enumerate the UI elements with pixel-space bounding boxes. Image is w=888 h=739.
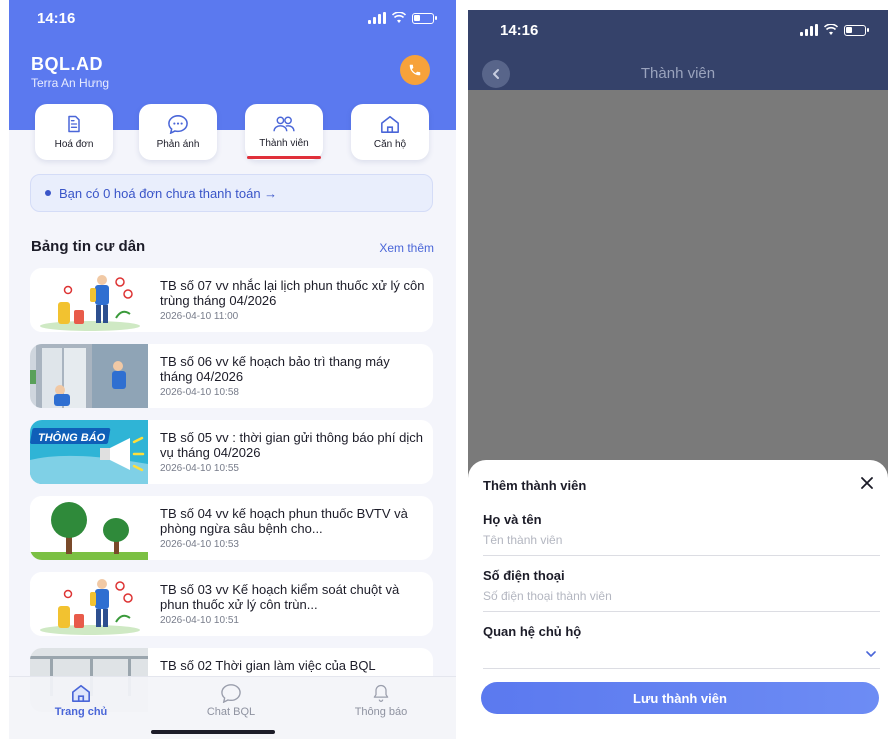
chat-bubble-icon	[221, 684, 241, 703]
phone-field-group: Số điện thoại	[483, 568, 880, 612]
news-title: TB số 07 vv nhắc lại lịch phun thuốc xử …	[160, 278, 425, 308]
menu-apartment[interactable]: Căn hộ	[351, 104, 429, 160]
menu-invoice[interactable]: Hoá đơn	[35, 104, 113, 160]
call-button[interactable]	[400, 55, 430, 85]
notice-text: Bạn có 0 hoá đơn chưa thanh toán →	[59, 185, 278, 201]
tab-chat-label: Chat BQL	[206, 706, 256, 718]
news-item[interactable]: TB số 03 vv Kế hoạch kiểm soát chuột và …	[30, 572, 433, 636]
news-thumbnail	[30, 268, 148, 332]
status-time: 14:16	[500, 22, 539, 39]
news-title: TB số 06 vv kế hoạch bảo trì thang máy t…	[160, 354, 390, 384]
unpaid-invoice-notice[interactable]: Bạn có 0 hoá đơn chưa thanh toán →	[30, 174, 433, 212]
status-time: 14:16	[37, 10, 76, 27]
news-thumbnail	[30, 572, 148, 636]
close-button[interactable]	[858, 474, 876, 492]
menu-invoice-label: Hoá đơn	[54, 139, 94, 150]
signal-icon	[800, 24, 818, 36]
menu-apartment-label: Căn hộ	[373, 139, 407, 150]
members-screen: 14:16 Thành viên Thêm thành viên Họ và t…	[468, 10, 888, 739]
home-screen: 14:16 BQL.AD Terra An Hưng Hoá đơn Phản …	[9, 0, 456, 739]
members-icon	[273, 116, 295, 132]
phone-input[interactable]	[483, 583, 880, 612]
news-date: 2026-04-10 10:58	[160, 387, 239, 398]
notice-dot	[45, 190, 51, 196]
page-title: Thành viên	[640, 65, 716, 82]
name-field-group: Họ và tên	[483, 512, 880, 556]
news-item[interactable]: TB số 04 vv kế hoạch phun thuốc BVTV và …	[30, 496, 433, 560]
news-item[interactable]: TB số 06 vv kế hoạch bảo trì thang máy t…	[30, 344, 433, 408]
chat-bubble-icon	[168, 115, 188, 134]
name-input[interactable]	[483, 527, 880, 556]
wifi-icon	[392, 12, 406, 23]
system-icons	[368, 12, 437, 24]
save-member-button[interactable]: Lưu thành viên	[481, 682, 879, 714]
home-icon	[72, 684, 90, 702]
tab-notifications[interactable]: Thông báo	[331, 683, 431, 718]
relation-field-group: Quan hệ chủ hộ	[483, 624, 880, 669]
battery-icon	[844, 24, 869, 36]
news-thumbnail	[30, 496, 148, 560]
news-title: TB số 04 vv kế hoạch phun thuốc BVTV và …	[160, 506, 408, 536]
bell-icon	[373, 684, 389, 702]
news-header: Bảng tin cư dân Xem thêm	[31, 238, 434, 258]
invoice-icon	[68, 115, 80, 133]
brand: BQL.AD Terra An Hưng	[31, 54, 109, 90]
phone-icon	[409, 64, 421, 76]
news-section-title: Bảng tin cư dân	[31, 238, 146, 255]
tab-chat[interactable]: Chat BQL	[181, 683, 281, 718]
signal-icon	[368, 12, 386, 24]
relation-select[interactable]	[483, 639, 880, 669]
menu-members[interactable]: Thành viên	[245, 104, 323, 160]
news-thumbnail	[30, 344, 148, 408]
news-date: 2026-04-10 10:55	[160, 463, 239, 474]
news-item[interactable]: THÔNG BÁO TB số 05 vv : thời gian gửi th…	[30, 420, 433, 484]
menu-members-label: Thành viên	[259, 138, 309, 149]
tab-home[interactable]: Trang chủ	[31, 683, 131, 718]
chevron-down-icon	[866, 651, 876, 657]
menu-feedback[interactable]: Phản ánh	[139, 104, 217, 160]
news-title: TB số 03 vv Kế hoạch kiểm soát chuột và …	[160, 582, 400, 612]
active-menu-underline	[247, 156, 321, 159]
system-icons	[800, 24, 869, 36]
wifi-icon	[824, 24, 838, 35]
news-date: 2026-04-10 10:51	[160, 615, 239, 626]
tab-notifications-label: Thông báo	[354, 706, 408, 718]
add-member-sheet: Thêm thành viên Họ và tên Số điện thoại …	[468, 460, 888, 739]
brand-subtitle: Terra An Hưng	[31, 76, 110, 90]
see-more-link[interactable]: Xem thêm	[379, 241, 434, 255]
sheet-title: Thêm thành viên	[483, 478, 587, 493]
news-date: 2026-04-10 11:00	[160, 311, 239, 322]
news-title: TB số 05 vv : thời gian gửi thông báo ph…	[160, 430, 423, 460]
name-label: Họ và tên	[483, 512, 542, 527]
close-icon	[861, 477, 873, 489]
brand-name: BQL.AD	[31, 54, 103, 74]
tab-home-label: Trang chủ	[54, 706, 108, 718]
news-item[interactable]: TB số 07 vv nhắc lại lịch phun thuốc xử …	[30, 268, 433, 332]
battery-icon	[412, 12, 437, 24]
menu-feedback-label: Phản ánh	[156, 139, 200, 150]
phone-label: Số điện thoại	[483, 568, 565, 583]
relation-label: Quan hệ chủ hộ	[483, 624, 582, 639]
thumb-text: THÔNG BÁO	[38, 431, 106, 444]
news-date: 2026-04-10 10:53	[160, 539, 239, 550]
home-icon	[381, 115, 399, 133]
home-indicator	[151, 730, 275, 734]
members-header: 14:16 Thành viên	[468, 10, 888, 90]
status-bar: 14:16	[9, 10, 456, 30]
news-title: TB số 02 Thời gian làm việc của BQL	[160, 658, 376, 673]
quick-menu: Hoá đơn Phản ánh Thành viên Căn hộ	[9, 104, 456, 164]
news-thumbnail: THÔNG BÁO	[30, 420, 148, 484]
